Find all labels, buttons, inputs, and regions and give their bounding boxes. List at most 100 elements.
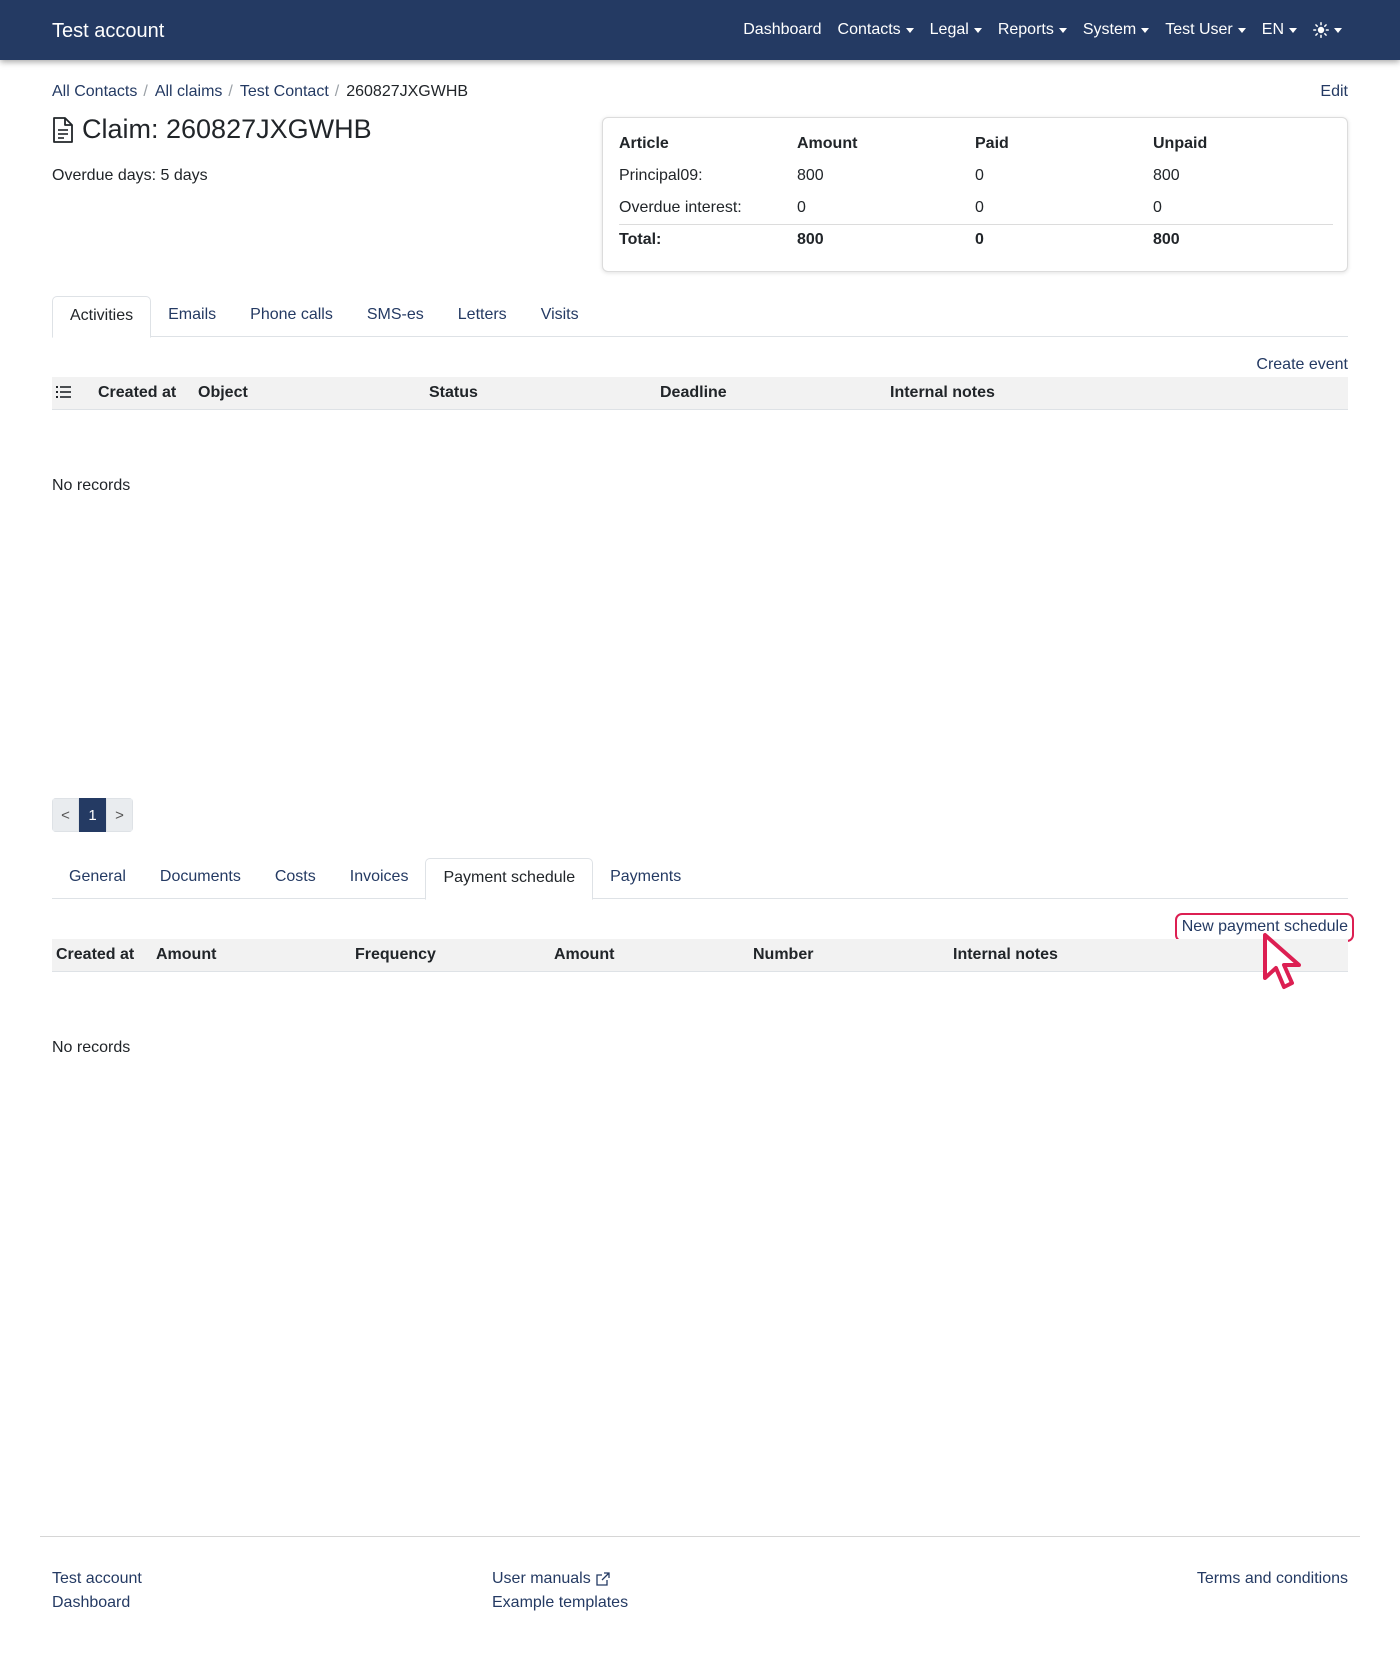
- breadcrumb-separator: /: [228, 83, 233, 100]
- footer-link-account[interactable]: Test account: [52, 1570, 142, 1588]
- main-nav: Dashboard Contacts Legal Reports System …: [727, 0, 1342, 60]
- tab-activities[interactable]: Activities: [52, 296, 152, 338]
- activities-empty-message: No records: [52, 477, 131, 494]
- tab-emails[interactable]: Emails: [151, 296, 233, 337]
- nav-reports-dropdown[interactable]: Reports: [998, 21, 1067, 39]
- summary-cell: 0: [975, 198, 984, 216]
- column-header-created-at[interactable]: Created at: [56, 946, 134, 964]
- pagination-prev-button[interactable]: <: [52, 798, 79, 832]
- footer-link-example-templates[interactable]: Example templates: [492, 1594, 628, 1612]
- breadcrumb-contact[interactable]: Test Contact: [240, 83, 329, 101]
- edit-link[interactable]: Edit: [1320, 83, 1348, 101]
- pagination-next-button[interactable]: >: [106, 798, 133, 832]
- nav-dashboard[interactable]: Dashboard: [743, 21, 821, 39]
- brand-link[interactable]: Test account: [52, 20, 164, 43]
- tab-letters[interactable]: Letters: [441, 296, 524, 337]
- payment-schedule-empty-message: No records: [52, 1039, 131, 1056]
- claim-summary-card: Article Amount Paid Unpaid Principal09: …: [602, 117, 1348, 272]
- tab-costs[interactable]: Costs: [258, 858, 333, 899]
- overdue-days: Overdue days: 5 days: [52, 167, 208, 184]
- caret-down-icon: [1334, 27, 1342, 33]
- nav-user-dropdown[interactable]: Test User: [1165, 21, 1246, 39]
- tab-sms[interactable]: SMS-es: [350, 296, 441, 337]
- summary-cell: 0: [1153, 198, 1162, 216]
- top-navbar: Test account Dashboard Contacts Legal Re…: [0, 0, 1400, 60]
- nav-label: Reports: [997, 21, 1054, 38]
- summary-header-row: Article Amount Paid Unpaid: [619, 128, 1333, 160]
- breadcrumb: All Contacts / All claims / Test Contact…: [52, 83, 468, 101]
- mouse-cursor-icon: [1263, 933, 1301, 989]
- sun-icon: [1313, 22, 1329, 38]
- pagination: < 1 >: [52, 798, 133, 832]
- activity-tabs: Activities Emails Phone calls SMS-es Let…: [52, 296, 1348, 338]
- claim-summary-table: Article Amount Paid Unpaid Principal09: …: [619, 128, 1333, 256]
- nav-contacts-dropdown[interactable]: Contacts: [838, 21, 914, 39]
- footer-link-user-manuals[interactable]: User manuals: [492, 1570, 611, 1588]
- column-header-status[interactable]: Status: [429, 384, 478, 402]
- breadcrumb-separator: /: [334, 83, 340, 100]
- nav-legal-dropdown[interactable]: Legal: [930, 21, 982, 39]
- footer-link-terms[interactable]: Terms and conditions: [1197, 1570, 1348, 1588]
- summary-header: Article: [619, 135, 669, 152]
- pagination-page-1[interactable]: 1: [79, 798, 106, 832]
- column-header-amount[interactable]: Amount: [156, 946, 216, 964]
- nav-language-dropdown[interactable]: EN: [1262, 21, 1297, 39]
- nav-label: System: [1082, 21, 1137, 38]
- caret-down-icon: [973, 27, 982, 33]
- summary-row: Principal09: 800 0 800: [619, 160, 1333, 192]
- tab-documents[interactable]: Documents: [143, 858, 258, 899]
- summary-cell: 0: [797, 198, 806, 216]
- footer-link-dashboard[interactable]: Dashboard: [52, 1594, 130, 1612]
- theme-toggle-dropdown[interactable]: [1313, 22, 1342, 38]
- summary-cell: 800: [1153, 167, 1180, 184]
- nav-label: EN: [1261, 21, 1284, 38]
- claim-tabs: General Documents Costs Invoices Payment…: [52, 858, 1348, 900]
- claim-title: Claim: 260827JXGWHB: [82, 114, 372, 144]
- breadcrumb-separator: /: [143, 83, 148, 100]
- summary-cell: 800: [797, 167, 824, 184]
- document-icon: [53, 116, 73, 143]
- column-header-deadline[interactable]: Deadline: [660, 384, 727, 402]
- footer-divider: [40, 1536, 1360, 1537]
- nav-label: Test User: [1165, 21, 1233, 38]
- external-link-icon: [596, 1572, 610, 1586]
- summary-total-cell: 800: [797, 223, 975, 256]
- caret-down-icon: [1237, 27, 1246, 33]
- footer-link-label: User manuals: [492, 1570, 591, 1587]
- list-icon[interactable]: [56, 385, 72, 404]
- summary-header: Paid: [975, 135, 1009, 152]
- page-title: Claim: 260827JXGWHB: [52, 114, 372, 145]
- tab-invoices[interactable]: Invoices: [333, 858, 426, 899]
- column-header-object[interactable]: Object: [198, 384, 248, 402]
- column-header-frequency[interactable]: Frequency: [355, 946, 436, 964]
- create-event-link[interactable]: Create event: [1256, 356, 1348, 374]
- nav-label: Legal: [929, 21, 969, 38]
- tab-payment-schedule[interactable]: Payment schedule: [425, 858, 594, 900]
- nav-label: Contacts: [837, 21, 901, 38]
- tab-payments[interactable]: Payments: [593, 858, 698, 899]
- summary-total-cell: 800: [1153, 223, 1333, 256]
- summary-cell: Principal09:: [619, 167, 703, 184]
- summary-header: Amount: [797, 135, 858, 152]
- column-header-internal-notes[interactable]: Internal notes: [890, 384, 995, 402]
- tab-phone-calls[interactable]: Phone calls: [233, 296, 350, 337]
- summary-cell: 0: [975, 167, 984, 184]
- summary-total-cell: Total:: [619, 223, 797, 256]
- breadcrumb-current: 260827JXGWHB: [346, 83, 469, 100]
- nav-label: Dashboard: [743, 21, 822, 38]
- caret-down-icon: [1141, 27, 1150, 33]
- column-header-internal-notes[interactable]: Internal notes: [953, 946, 1058, 964]
- nav-system-dropdown[interactable]: System: [1082, 21, 1150, 39]
- column-header-number[interactable]: Number: [753, 946, 813, 964]
- summary-header: Unpaid: [1153, 135, 1208, 152]
- breadcrumb-all-contacts[interactable]: All Contacts: [52, 83, 137, 101]
- summary-row: Overdue interest: 0 0 0: [619, 192, 1333, 224]
- column-header-amount[interactable]: Amount: [554, 946, 614, 964]
- tab-visits[interactable]: Visits: [524, 296, 596, 337]
- tab-general[interactable]: General: [52, 858, 143, 899]
- caret-down-icon: [1058, 27, 1067, 33]
- column-header-created-at[interactable]: Created at: [98, 384, 176, 402]
- breadcrumb-all-claims[interactable]: All claims: [155, 83, 223, 101]
- activities-table-header: Created at Object Status Deadline Intern…: [52, 377, 1348, 410]
- payment-schedule-table-header: Created at Amount Frequency Amount Numbe…: [52, 939, 1348, 972]
